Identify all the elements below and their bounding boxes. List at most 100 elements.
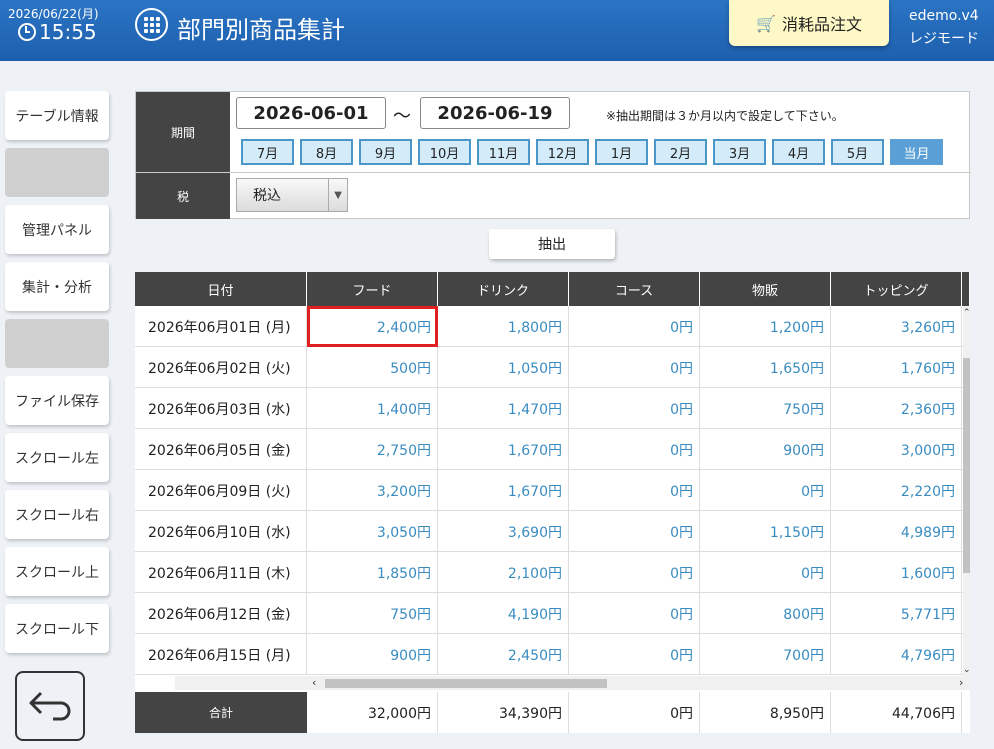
date-cell: 2026年06月12日 (金) xyxy=(135,593,307,634)
value-cell[interactable]: 1,470円 xyxy=(438,388,569,429)
value-cell[interactable]: 1,670円 xyxy=(438,429,569,470)
value-cell[interactable]: 0円 xyxy=(569,511,700,552)
sidebar-item-scroll-up[interactable]: スクロール上 xyxy=(5,547,109,596)
value-cell[interactable]: 0円 xyxy=(569,552,700,593)
sidebar-item-blank[interactable] xyxy=(5,148,109,197)
month-button-1[interactable]: 1月 xyxy=(595,139,648,165)
value-cell[interactable]: 1,760円 xyxy=(831,347,962,388)
value-cell[interactable]: 0円 xyxy=(569,634,700,675)
month-button-9[interactable]: 9月 xyxy=(359,139,412,165)
filter-panel: 期間 税 2026-06-01 ～ 2026-06-19 ※抽出期間は３か月以内… xyxy=(135,91,971,219)
time-label: 15:55 xyxy=(39,20,97,44)
end-date-field[interactable]: 2026-06-19 xyxy=(420,97,570,129)
start-date-field[interactable]: 2026-06-01 xyxy=(236,97,386,129)
value-cell[interactable]: 1,200円 xyxy=(700,306,831,347)
extract-button[interactable]: 抽出 xyxy=(489,229,615,259)
tax-select[interactable]: 税込 ▼ xyxy=(236,178,348,212)
sidebar-item-table-info[interactable]: テーブル情報 xyxy=(5,91,109,140)
period-label: 期間 xyxy=(136,92,230,172)
menu-grid-icon[interactable] xyxy=(135,8,168,41)
value-cell[interactable]: 700円 xyxy=(700,634,831,675)
value-cell[interactable]: 750円 xyxy=(307,593,438,634)
value-cell[interactable]: 2,450円 xyxy=(438,634,569,675)
value-cell[interactable]: 3,050円 xyxy=(307,511,438,552)
value-cell[interactable]: 1,150円 xyxy=(700,511,831,552)
date-cell: 2026年06月15日 (月) xyxy=(135,634,307,675)
value-cell[interactable]: 1,400円 xyxy=(307,388,438,429)
value-cell[interactable]: 0円 xyxy=(569,347,700,388)
sidebar-item-scroll-left[interactable]: スクロール左 xyxy=(5,433,109,482)
vertical-scrollbar[interactable]: ⌃ ⌄ xyxy=(963,306,970,677)
month-button-current[interactable]: 当月 xyxy=(890,139,943,165)
value-cell[interactable]: 750円 xyxy=(700,388,831,429)
value-cell[interactable]: 4,989円 xyxy=(831,511,962,552)
table-row[interactable]: 2026年06月03日 (水) 1,400円 1,470円 0円 750円 2,360円 xyxy=(135,388,963,429)
value-cell[interactable]: 5,771円 xyxy=(831,593,962,634)
month-button-8[interactable]: 8月 xyxy=(300,139,353,165)
month-button-12[interactable]: 12月 xyxy=(536,139,589,165)
table-row[interactable]: 2026年06月12日 (金) 750円 4,190円 0円 800円 5,771円 xyxy=(135,593,963,634)
value-cell[interactable]: 1,600円 xyxy=(831,552,962,593)
value-cell[interactable]: 3,000円 xyxy=(831,429,962,470)
table-row[interactable]: 2026年06月15日 (月) 900円 2,450円 0円 700円 4,796円 xyxy=(135,634,963,675)
value-cell[interactable]: 1,650円 xyxy=(700,347,831,388)
value-cell[interactable]: 1,800円 xyxy=(438,306,569,347)
horizontal-scrollbar[interactable]: ‹ › xyxy=(175,676,970,690)
month-button-11[interactable]: 11月 xyxy=(477,139,530,165)
value-cell[interactable]: 4,190円 xyxy=(438,593,569,634)
value-cell[interactable]: 3,200円 xyxy=(307,470,438,511)
month-button-3[interactable]: 3月 xyxy=(713,139,766,165)
value-cell[interactable]: 1,850円 xyxy=(307,552,438,593)
value-cell[interactable]: 3,260円 xyxy=(831,306,962,347)
value-cell[interactable]: 4,796円 xyxy=(831,634,962,675)
month-button-4[interactable]: 4月 xyxy=(772,139,825,165)
value-cell[interactable]: 800円 xyxy=(700,593,831,634)
value-cell[interactable]: 500円 xyxy=(307,347,438,388)
totals-row: 合計 32,000円 34,390円 0円 8,950円 44,706円 xyxy=(135,692,970,733)
table-row[interactable]: 2026年06月10日 (水) 3,050円 3,690円 0円 1,150円 4,989… xyxy=(135,511,963,552)
return-arrow-icon xyxy=(29,691,71,721)
value-cell[interactable]: 0円 xyxy=(569,593,700,634)
table-row[interactable]: 2026年06月05日 (金) 2,750円 1,670円 0円 900円 3,000円 xyxy=(135,429,963,470)
month-button-10[interactable]: 10月 xyxy=(418,139,471,165)
table-row[interactable]: 2026年06月01日 (月) 2,400円 1,800円 0円 1,200円 3,260… xyxy=(135,306,963,347)
table-body: 2026年06月01日 (月) 2,400円 1,800円 0円 1,200円 3,260… xyxy=(135,306,963,675)
sidebar-item-scroll-down[interactable]: スクロール下 xyxy=(5,604,109,653)
value-cell[interactable]: 0円 xyxy=(569,388,700,429)
value-cell[interactable]: 2,400円 xyxy=(307,306,438,347)
value-cell[interactable]: 900円 xyxy=(307,634,438,675)
value-cell[interactable]: 2,220円 xyxy=(831,470,962,511)
table-row[interactable]: 2026年06月11日 (木) 1,850円 2,100円 0円 0円 1,600円 xyxy=(135,552,963,593)
table-row[interactable]: 2026年06月09日 (火) 3,200円 1,670円 0円 0円 2,220円 xyxy=(135,470,963,511)
sidebar-item-admin-panel[interactable]: 管理パネル xyxy=(5,205,109,254)
vertical-scroll-thumb[interactable] xyxy=(963,358,970,573)
value-cell[interactable]: 0円 xyxy=(569,306,700,347)
horizontal-scroll-thumb[interactable] xyxy=(325,679,607,688)
scroll-down-arrow-icon[interactable]: ⌄ xyxy=(963,665,970,675)
scroll-left-arrow-icon[interactable]: ‹ xyxy=(312,676,316,689)
value-cell[interactable]: 0円 xyxy=(569,429,700,470)
value-cell[interactable]: 1,050円 xyxy=(438,347,569,388)
back-button[interactable] xyxy=(15,671,85,741)
scroll-up-arrow-icon[interactable]: ⌃ xyxy=(963,308,970,318)
month-button-5[interactable]: 5月 xyxy=(831,139,884,165)
column-header: 物販 xyxy=(700,272,831,306)
value-cell[interactable]: 0円 xyxy=(700,552,831,593)
value-cell[interactable]: 3,690円 xyxy=(438,511,569,552)
order-supplies-button[interactable]: 🛒 消耗品注文 xyxy=(729,0,889,46)
scroll-right-arrow-icon[interactable]: › xyxy=(959,676,963,689)
month-button-7[interactable]: 7月 xyxy=(241,139,294,165)
sidebar-item-scroll-right[interactable]: スクロール右 xyxy=(5,490,109,539)
value-cell[interactable]: 900円 xyxy=(700,429,831,470)
table-row[interactable]: 2026年06月02日 (火) 500円 1,050円 0円 1,650円 1,760円 xyxy=(135,347,963,388)
value-cell[interactable]: 0円 xyxy=(569,470,700,511)
sidebar-item-save-file[interactable]: ファイル保存 xyxy=(5,376,109,425)
sidebar-item-blank[interactable] xyxy=(5,319,109,368)
sidebar-item-analytics[interactable]: 集計・分析 xyxy=(5,262,109,311)
value-cell[interactable]: 1,670円 xyxy=(438,470,569,511)
month-button-2[interactable]: 2月 xyxy=(654,139,707,165)
value-cell[interactable]: 2,100円 xyxy=(438,552,569,593)
value-cell[interactable]: 0円 xyxy=(700,470,831,511)
value-cell[interactable]: 2,360円 xyxy=(831,388,962,429)
value-cell[interactable]: 2,750円 xyxy=(307,429,438,470)
